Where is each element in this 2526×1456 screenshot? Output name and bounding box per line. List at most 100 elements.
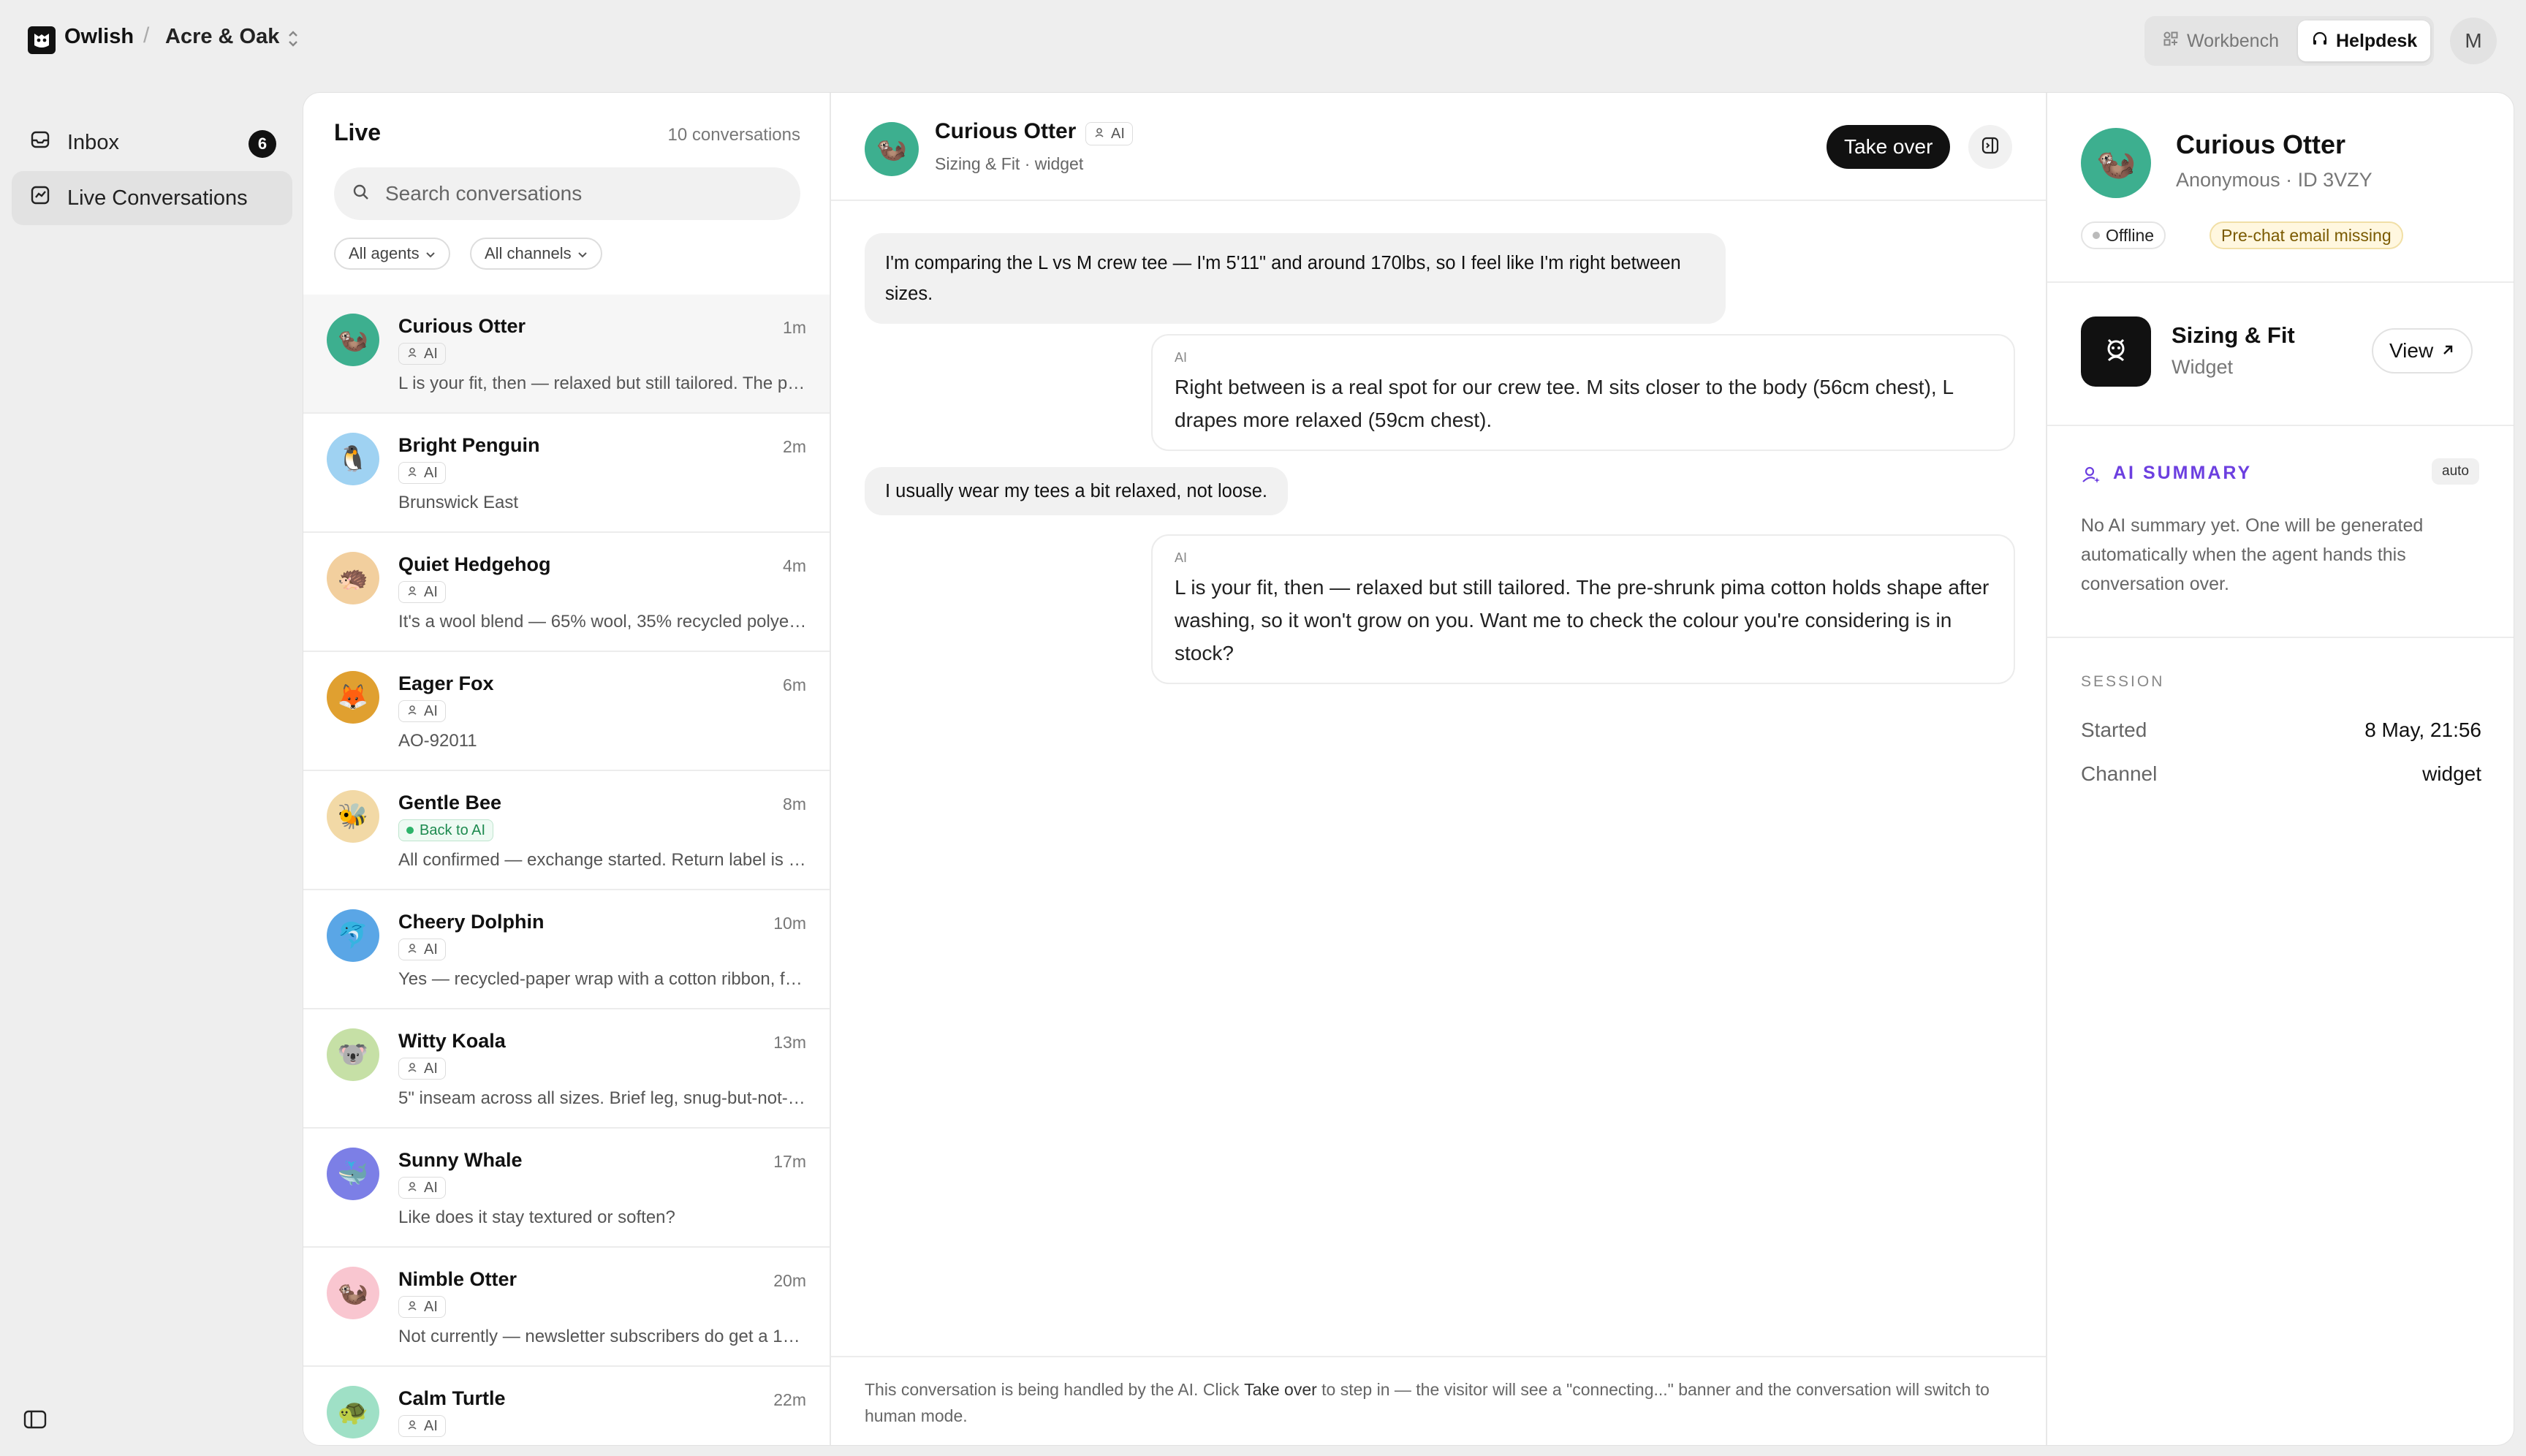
conversation-time: 4m [783,556,806,575]
conversation-row[interactable]: 🐧 Bright Penguin 2m AI Brunswick East [303,414,830,533]
tab-helpdesk[interactable]: Helpdesk [2298,20,2431,61]
conversation-avatar: 🐝 [327,790,379,843]
view-label: View [2389,339,2434,362]
notice-text-start: This conversation is being handled by th… [865,1380,1245,1399]
conversation-tag-label: AI [424,941,438,958]
person-icon [1093,126,1105,143]
conversation-tag: Back to AI [398,819,494,841]
animal-avatar-icon: 🦔 [337,564,369,592]
details-panel-toggle[interactable] [1968,125,2012,169]
session-channel-label: Channel [2081,762,2158,785]
chevron-down-icon [577,244,588,263]
visitor-avatar: 🦦 [865,122,919,176]
animal-avatar-icon: 🐧 [337,445,369,473]
sidebar-item-inbox[interactable]: Inbox 6 [12,115,292,170]
conversation-row[interactable]: 🦦 Nimble Otter 20m AI Not currently — newsle… [303,1248,830,1367]
conversation-row[interactable]: 🐨 Witty Koala 13m AI 5" inseam across all si… [303,1009,830,1129]
visitor-message: I'm comparing the L vs M crew tee — I'm … [865,233,1726,324]
view-bot-button[interactable]: View [2372,328,2473,374]
conversation-tag-label: AI [424,1179,438,1196]
search-box[interactable] [334,167,800,220]
sidebar-item-label: Inbox [67,130,119,154]
tab-workbench-label: Workbench [2187,30,2279,51]
person-icon [406,465,418,482]
conversation-preview: L is your fit, then — relaxed but still … [398,374,808,393]
conversation-avatar: 🐳 [327,1148,379,1200]
ai-agent-tag: AI [1085,122,1133,145]
animal-avatar-icon: 🦊 [337,683,369,711]
chat-subtitle: Sizing & Fit · widget [935,154,1084,173]
conversation-row[interactable]: 🦔 Quiet Hedgehog 4m AI It's a wool blend — 6… [303,533,830,652]
workbench-icon [2162,30,2180,53]
visitor-name: Curious Otter [2176,129,2346,159]
conversation-name: Cheery Dolphin [398,911,545,933]
conversation-tag: AI [398,581,446,603]
ai-message: AI L is your fit, then — relaxed but sti… [1151,534,2015,684]
divider [2047,637,2514,638]
conversation-tag: AI [398,1296,446,1318]
visitor-message: I usually wear my tees a bit relaxed, no… [865,467,1289,515]
conversation-name: Curious Otter [398,315,526,337]
warning-badge: Pre-chat email missing [2210,221,2403,249]
conversation-name: Bright Penguin [398,434,540,456]
status-dot-icon [406,827,414,834]
conversation-tag: AI [398,1177,446,1199]
take-over-button[interactable]: Take over [1827,125,1951,169]
owl-logo-icon[interactable] [28,26,56,54]
session-started-label: Started [2081,718,2147,741]
ai-summary-auto-tag: auto [2432,458,2479,485]
conversation-name: Gentle Bee [398,792,502,814]
conversation-tag: AI [398,1415,446,1437]
sidebar-item-live-conversations[interactable]: Live Conversations [12,171,292,225]
notice-take-over-text: Take over [1244,1380,1317,1399]
channels-filter-label: All channels [485,244,572,262]
session-channel-value: widget [2422,762,2481,785]
conversation-row[interactable]: 🐝 Gentle Bee 8m Back to AI All confirmed — e… [303,771,830,890]
conversation-preview: It's a wool blend — 65% wool, 35% recycl… [398,612,808,632]
user-avatar[interactable]: M [2450,18,2497,64]
divider [2047,281,2514,283]
agents-filter-label: All agents [349,244,420,262]
conversation-row[interactable]: 🦊 Eager Fox 6m AI AO-92011 [303,652,830,771]
chat-header: 🦦 Curious Otter AI Sizing & Fit · widget… [831,93,2046,201]
person-icon [406,1418,418,1435]
conversation-tag-label: AI [424,702,438,719]
channels-filter[interactable]: All channels [470,238,602,270]
conversation-avatar: 🦦 [327,1267,379,1319]
conversation-row[interactable]: 🐬 Cheery Dolphin 10m AI Yes — recycled-paper… [303,890,830,1009]
brand-name[interactable]: Owlish [64,25,134,49]
conversation-row[interactable]: 🦦 Curious Otter 1m AI L is your fit, then — … [303,295,830,414]
ai-message-text: L is your fit, then — relaxed but still … [1175,576,1990,664]
conversation-tag: AI [398,1058,446,1080]
chat-visitor-name: Curious Otter [935,119,1077,143]
ai-summary-text: No AI summary yet. One will be generated… [2081,515,2424,594]
ai-message-text: Right between is a real spot for our cre… [1175,376,1953,431]
conversation-avatar: 🐬 [327,909,379,962]
conversation-preview: Brunswick East [398,493,519,512]
sidebar-collapse-icon[interactable] [23,1409,47,1433]
conversation-avatar: 🐧 [327,433,379,485]
conversation-tag-label: AI [424,1298,438,1315]
inbox-count-badge: 6 [249,130,276,158]
org-switcher-icon[interactable] [285,28,301,53]
person-icon [406,703,418,720]
conversation-tag-label: AI [424,345,438,362]
animal-avatar-icon: 🐬 [337,922,369,949]
org-name[interactable]: Acre & Oak [165,25,279,49]
conversation-time: 13m [773,1033,806,1052]
agents-filter[interactable]: All agents [334,238,450,270]
conversation-preview: AO-92011 [398,731,477,751]
conversation-name: Nimble Otter [398,1268,517,1290]
animal-avatar-icon: 🦦 [337,326,369,354]
conversation-tag-label: AI [424,464,438,481]
conversation-row[interactable]: 🐢 Calm Turtle 22m AI [303,1367,830,1445]
tab-workbench[interactable]: Workbench [2149,20,2292,61]
chat-panel: 🦦 Curious Otter AI Sizing & Fit · widget… [831,93,2047,1445]
search-input[interactable] [384,181,778,206]
person-icon [406,941,418,958]
conversation-tag: AI [398,462,446,484]
conversation-time: 10m [773,914,806,933]
person-icon [406,1299,418,1316]
conversation-row[interactable]: 🐳 Sunny Whale 17m AI Like does it stay textu… [303,1129,830,1248]
status-badge: Offline [2081,221,2166,249]
